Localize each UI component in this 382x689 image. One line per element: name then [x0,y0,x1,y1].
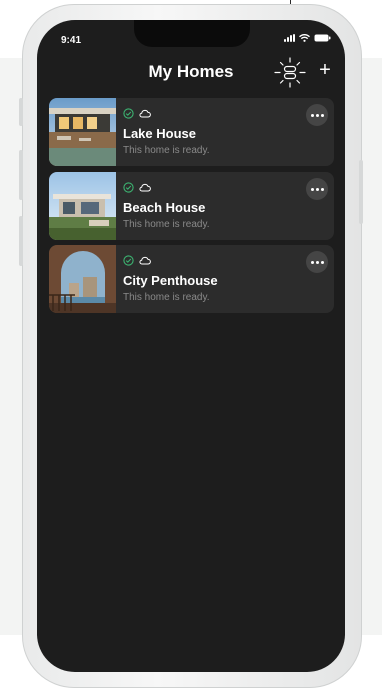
check-circle-icon [123,255,134,266]
hub-device-icon[interactable] [273,56,307,90]
check-circle-icon [123,182,134,193]
home-card-beach-house[interactable]: Beach House This home is ready. [49,172,334,240]
app-screen: 9:41 My Homes + Lake House This home is … [37,20,345,672]
battery-icon [314,34,331,42]
beach-house-photo [49,172,116,240]
home-status: This home is ready. [123,145,210,156]
phone-power-button [359,160,363,224]
home-card-city-penthouse[interactable]: City Penthouse This home is ready. [49,245,334,313]
home-card-lake-house[interactable]: Lake House This home is ready. [49,98,334,166]
more-options-button[interactable] [306,178,328,200]
status-badges [123,182,151,193]
wifi-icon [299,34,310,42]
more-options-button[interactable] [306,104,328,126]
status-badges [123,255,151,266]
status-time: 9:41 [61,35,82,46]
more-options-button[interactable] [306,251,328,273]
lake-house-photo [49,98,116,166]
status-icons [284,34,331,42]
check-circle-icon [123,108,134,119]
cloud-icon [139,183,151,192]
cloud-icon [139,256,151,265]
home-name: Lake House [123,126,196,141]
add-home-button[interactable]: + [314,59,336,81]
phone-volume-up [19,150,23,200]
signal-icon [284,34,295,42]
home-name: Beach House [123,200,206,215]
phone-volume-down [19,216,23,266]
city-penthouse-photo [49,245,116,313]
status-badges [123,108,151,119]
phone-silent-switch [19,98,23,126]
notch [134,20,250,47]
home-name: City Penthouse [123,273,218,288]
cloud-icon [139,109,151,118]
home-status: This home is ready. [123,292,210,303]
home-status: This home is ready. [123,219,210,230]
